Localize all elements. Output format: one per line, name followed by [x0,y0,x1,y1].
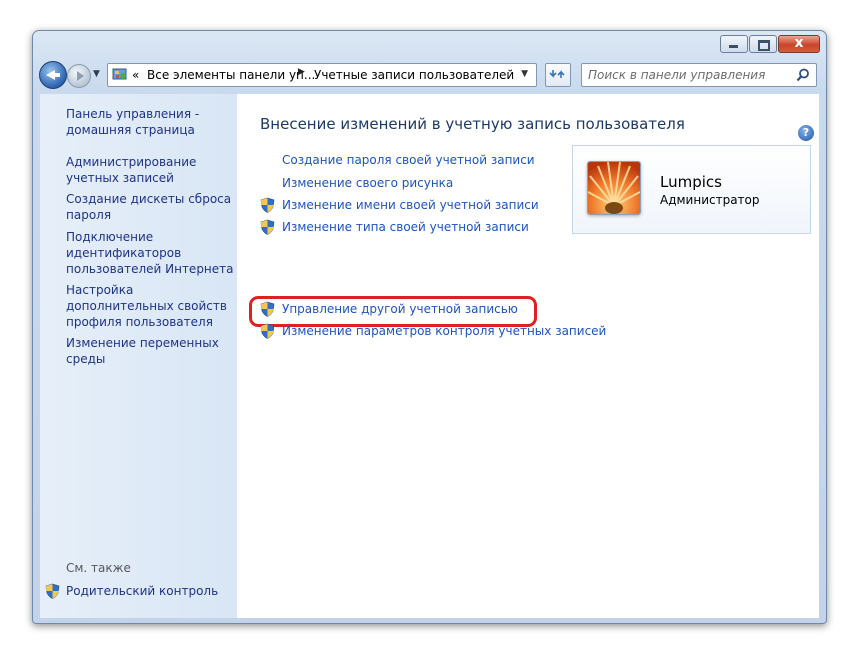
address-bar[interactable]: « Все элементы панели уп... ▶ Учетные за… [107,63,537,87]
user-name: Lumpics [660,173,722,191]
task-uac-settings[interactable]: Изменение параметров контроля учетных за… [282,324,606,338]
search-icon[interactable] [796,68,810,82]
close-icon: x [794,35,804,51]
flower-picture-icon [588,162,640,214]
sidebar-link-profile-properties[interactable]: Настройка дополнительных свойств профиля… [66,282,238,330]
uac-shield-icon [260,197,275,213]
recent-pages-dropdown[interactable]: ▼ [93,69,100,79]
uac-shield-icon [260,323,275,339]
breadcrumb-separator[interactable]: ▶ [298,67,305,77]
sidebar-link-manage-accounts[interactable]: Администрирование учетных записей [66,154,238,186]
minimize-button[interactable] [720,35,748,53]
sidebar-link-control-panel-home[interactable]: Панель управления - домашняя страница [66,106,238,138]
address-dropdown-icon[interactable]: ▼ [521,69,528,79]
uac-shield-icon [260,219,275,235]
uac-shield-icon [260,301,275,317]
task-create-password[interactable]: Создание пароля своей учетной записи [282,153,535,167]
uac-shield-icon [45,583,60,599]
see-also-heading: См. также [66,561,131,575]
page-title: Внесение изменений в учетную запись поль… [260,115,685,133]
forward-button[interactable] [67,64,91,88]
window-controls: x [719,35,820,53]
address-overflow[interactable]: « [132,68,139,82]
close-button[interactable]: x [778,35,820,53]
main-pane: ? Внесение изменений в учетную запись по… [237,94,819,618]
back-button[interactable] [39,61,67,89]
task-change-account-name[interactable]: Изменение имени своей учетной записи [282,198,539,212]
sidebar: Панель управления - домашняя страница Ад… [40,94,237,618]
sidebar-link-environment-variables[interactable]: Изменение переменных среды [66,335,238,367]
sidebar-link-parental-control[interactable]: Родительский контроль [66,584,218,598]
sidebar-link-reset-disk[interactable]: Создание дискеты сброса пароля [66,191,238,223]
task-change-account-type[interactable]: Изменение типа своей учетной записи [282,220,529,234]
refresh-button[interactable] [545,63,571,87]
maximize-button[interactable] [749,35,777,53]
breadcrumb-all-items[interactable]: Все элементы панели уп... [147,68,315,82]
control-panel-icon [112,68,127,80]
refresh-icon [549,70,565,78]
breadcrumb-user-accounts[interactable]: Учетные записи пользователей [314,68,514,82]
help-icon[interactable]: ? [798,125,814,141]
navigation-bar: ▼ « Все элементы панели уп... ▶ Учетные … [39,61,819,89]
avatar[interactable] [587,161,641,215]
user-account-card: Lumpics Администратор [572,145,811,234]
user-role: Администратор [660,193,760,207]
sidebar-link-online-ids[interactable]: Подключение идентификаторов пользователе… [66,229,238,277]
search-input[interactable] [586,66,790,84]
task-manage-another-account[interactable]: Управление другой учетной записью [282,302,518,316]
control-panel-window: x ▼ « Все элементы панели уп... ▶ Учетны… [32,30,827,624]
search-box[interactable] [581,63,817,87]
task-change-picture[interactable]: Изменение своего рисунка [282,176,453,190]
